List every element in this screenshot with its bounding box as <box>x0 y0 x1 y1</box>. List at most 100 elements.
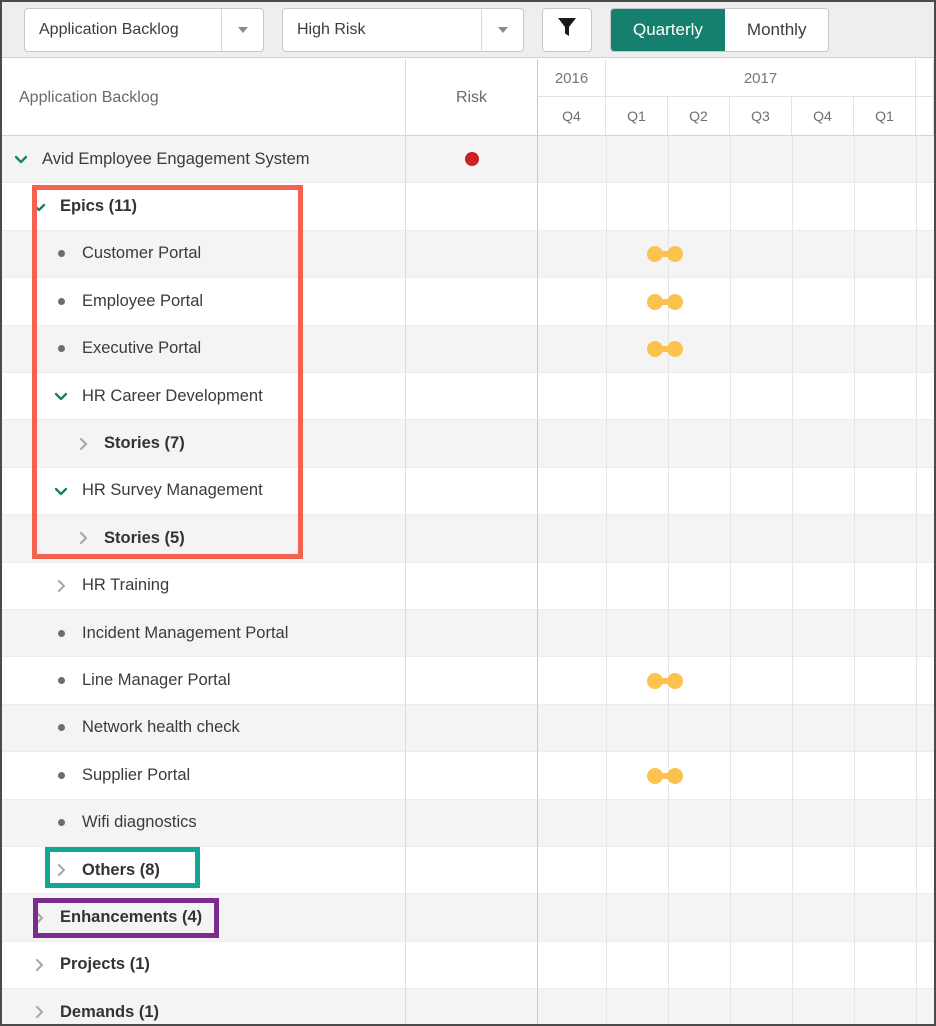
tree-cell[interactable]: Demands (1) <box>2 989 406 1024</box>
tab-monthly[interactable]: Monthly <box>724 8 829 51</box>
gantt-bar-start-handle[interactable] <box>647 246 663 263</box>
timeline-cell[interactable] <box>538 183 934 231</box>
timeline-cell[interactable] <box>538 657 934 705</box>
gantt-bar-start-handle[interactable] <box>647 341 663 358</box>
timeline-gridline <box>730 610 731 658</box>
table-row[interactable]: Stories (7) <box>2 420 934 468</box>
gantt-bar[interactable] <box>647 767 683 784</box>
chevron-right-icon[interactable] <box>50 859 72 881</box>
tree-cell[interactable]: Line Manager Portal <box>2 657 406 705</box>
chevron-down-icon[interactable] <box>10 148 32 170</box>
table-row[interactable]: Incident Management Portal <box>2 610 934 658</box>
chevron-right-icon[interactable] <box>72 527 94 549</box>
table-row[interactable]: Projects (1) <box>2 941 934 990</box>
timeline-cell[interactable] <box>538 894 934 942</box>
timeline-cell[interactable] <box>538 941 934 990</box>
timeline-cell[interactable] <box>538 420 934 468</box>
table-row[interactable]: Wifi diagnostics <box>2 799 934 847</box>
gantt-bar-start-handle[interactable] <box>647 293 663 310</box>
timeline-cell[interactable] <box>538 230 934 279</box>
timeline-cell[interactable] <box>538 847 934 895</box>
timeline-cell[interactable] <box>538 989 934 1024</box>
tree-cell[interactable]: Executive Portal <box>2 325 406 373</box>
table-row[interactable]: Customer Portal <box>2 230 934 279</box>
tree-cell[interactable]: Stories (5) <box>2 515 406 563</box>
chevron-right-icon[interactable] <box>28 907 50 929</box>
tree-cell[interactable]: Customer Portal <box>2 230 406 279</box>
timeline-cell[interactable] <box>538 325 934 373</box>
tree-cell[interactable]: Projects (1) <box>2 941 406 990</box>
chevron-down-icon[interactable] <box>50 385 72 407</box>
chevron-right-icon[interactable] <box>72 433 94 455</box>
table-row[interactable]: HR Survey Management <box>2 467 934 516</box>
table-row[interactable]: Epics (11) <box>2 183 934 231</box>
tree-cell[interactable]: Supplier Portal <box>2 752 406 800</box>
tree-cell[interactable]: Enhancements (4) <box>2 894 406 942</box>
table-row[interactable]: Network health check <box>2 704 934 753</box>
timeline-gridline <box>854 136 855 184</box>
chevron-down-icon[interactable] <box>50 480 72 502</box>
gantt-bar-end-handle[interactable] <box>667 293 683 310</box>
timeline-cell[interactable] <box>538 610 934 658</box>
backlog-select[interactable]: Application Backlog <box>24 7 264 52</box>
chevron-right-icon[interactable] <box>28 1001 50 1023</box>
tree-cell[interactable]: Epics (11) <box>2 183 406 231</box>
risk-select[interactable]: High Risk <box>282 7 524 52</box>
timeline-cell[interactable] <box>538 373 934 421</box>
gantt-bar-start-handle[interactable] <box>647 673 663 690</box>
tree-cell[interactable]: Wifi diagnostics <box>2 799 406 847</box>
timeline-cell[interactable] <box>538 467 934 516</box>
timeline-cell[interactable] <box>538 136 934 184</box>
table-row[interactable]: Demands (1) <box>2 989 934 1024</box>
tree-cell[interactable]: Incident Management Portal <box>2 610 406 658</box>
tree-cell[interactable]: Avid Employee Engagement System <box>2 136 406 184</box>
gantt-bar-end-handle[interactable] <box>667 673 683 690</box>
gantt-bar-end-handle[interactable] <box>667 341 683 358</box>
gantt-bar-start-handle[interactable] <box>647 767 663 784</box>
column-header-tree[interactable]: Application Backlog <box>2 59 406 136</box>
timeline-gridline <box>730 136 731 184</box>
tree-cell[interactable]: HR Training <box>2 562 406 610</box>
timeline-cell[interactable] <box>538 278 934 326</box>
table-row[interactable]: HR Career Development <box>2 373 934 421</box>
table-row[interactable]: Line Manager Portal <box>2 657 934 705</box>
chevron-down-icon[interactable] <box>481 8 523 51</box>
tree-cell[interactable]: Others (8) <box>2 847 406 895</box>
tree-cell[interactable]: Employee Portal <box>2 278 406 326</box>
gantt-bar-end-handle[interactable] <box>667 767 683 784</box>
gantt-bar-end-handle[interactable] <box>667 246 683 263</box>
timeline-gridline <box>730 799 731 847</box>
timeline-cell[interactable] <box>538 799 934 847</box>
tree-cell[interactable]: Network health check <box>2 704 406 753</box>
grid-body[interactable]: Avid Employee Engagement System Epics (11… <box>2 136 934 1024</box>
tree-node-label: Stories (7) <box>104 434 185 453</box>
gantt-bar[interactable] <box>647 341 683 358</box>
tab-quarterly[interactable]: Quarterly <box>611 8 725 51</box>
timeline-cell[interactable] <box>538 562 934 610</box>
gantt-bar[interactable] <box>647 246 683 263</box>
chevron-down-icon[interactable] <box>221 8 263 51</box>
table-row[interactable]: Enhancements (4) <box>2 894 934 942</box>
timeline-cell[interactable] <box>538 752 934 800</box>
timeline-cell[interactable] <box>538 515 934 563</box>
tree-cell[interactable]: HR Survey Management <box>2 467 406 516</box>
table-row[interactable]: Others (8) <box>2 847 934 895</box>
table-row[interactable]: Employee Portal <box>2 278 934 326</box>
filter-button[interactable] <box>542 7 592 52</box>
table-row[interactable]: Stories (5) <box>2 515 934 563</box>
column-header-risk[interactable]: Risk <box>406 59 538 136</box>
table-row[interactable]: Avid Employee Engagement System <box>2 136 934 184</box>
timeline-cell[interactable] <box>538 704 934 753</box>
gantt-bar[interactable] <box>647 293 683 310</box>
tree-cell[interactable]: Stories (7) <box>2 420 406 468</box>
chevron-right-icon[interactable] <box>50 575 72 597</box>
timeline-gridline <box>668 467 669 516</box>
table-row[interactable]: HR Training <box>2 562 934 610</box>
gantt-bar[interactable] <box>647 673 683 690</box>
chevron-down-icon[interactable] <box>28 196 50 218</box>
tree-cell[interactable]: HR Career Development <box>2 373 406 421</box>
chevron-right-icon[interactable] <box>28 954 50 976</box>
risk-cell <box>406 373 538 421</box>
table-row[interactable]: Supplier Portal <box>2 752 934 800</box>
table-row[interactable]: Executive Portal <box>2 325 934 373</box>
